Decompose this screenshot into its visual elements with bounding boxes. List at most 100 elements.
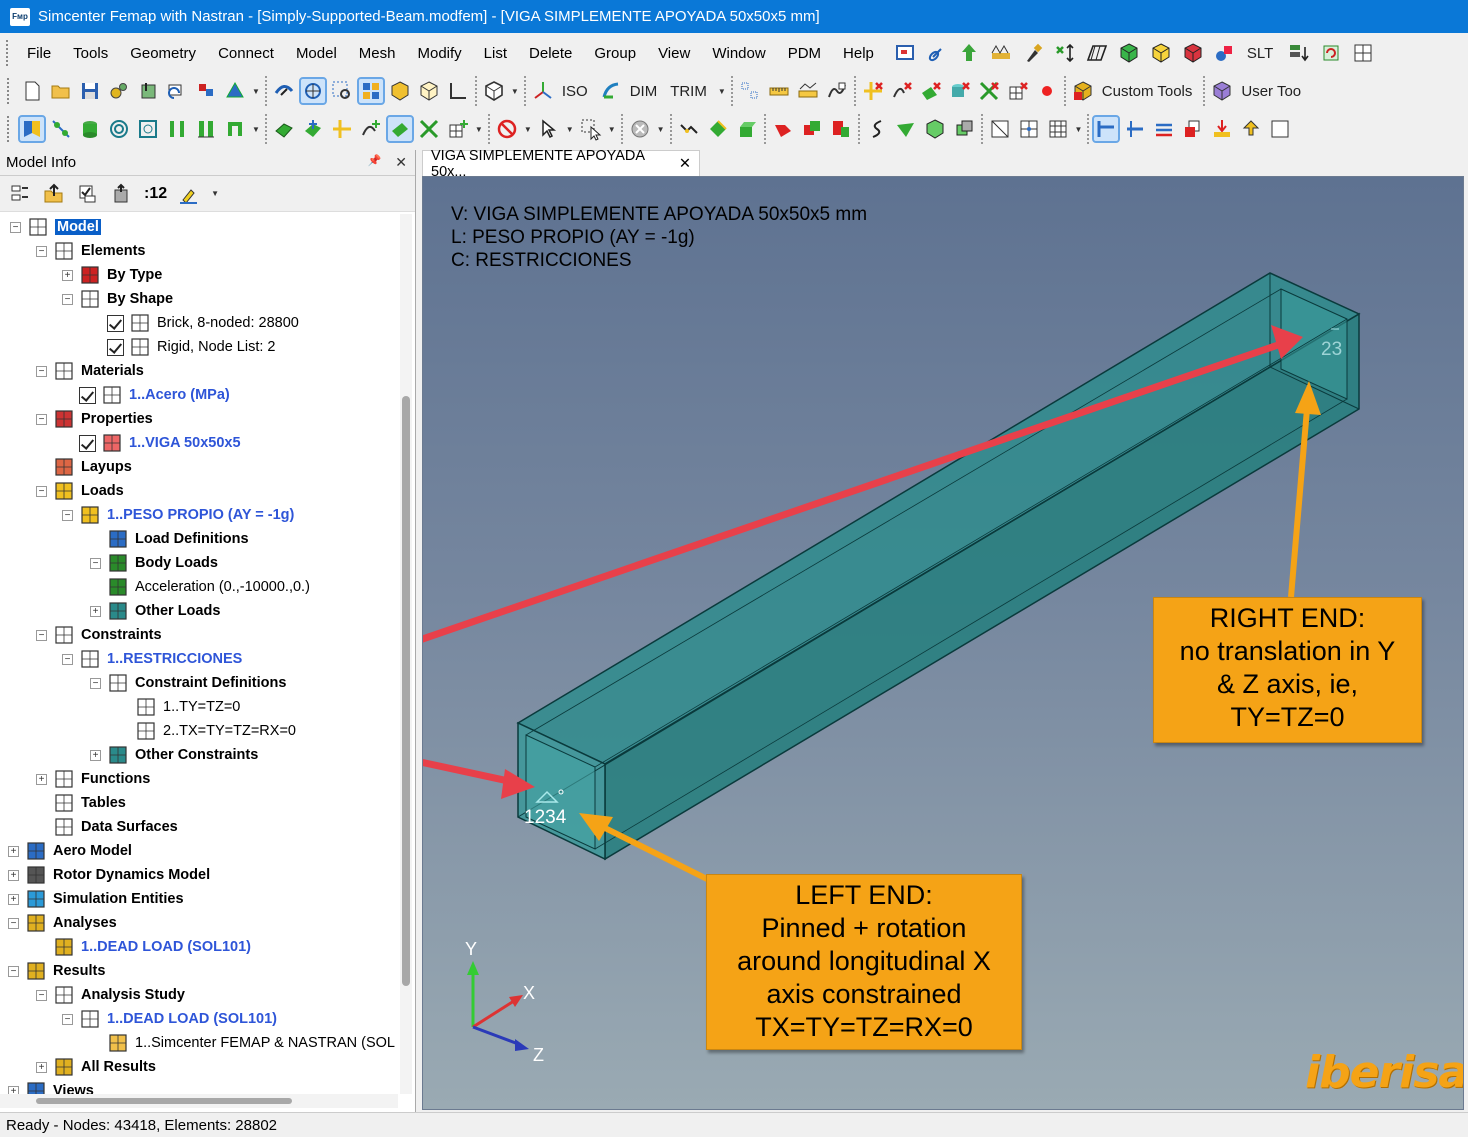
beam-model-icon[interactable]: [223, 79, 247, 103]
menu-connect[interactable]: Connect: [207, 45, 285, 62]
delete-point-icon[interactable]: [861, 79, 885, 103]
collapse-icon[interactable]: −: [62, 293, 73, 305]
show-entities-count-icon[interactable]: [110, 182, 134, 206]
window-icon[interactable]: [893, 41, 917, 65]
brush-icon[interactable]: [1021, 41, 1045, 65]
user-tools-icon[interactable]: [1210, 79, 1234, 103]
graphics-viewport[interactable]: V: VIGA SIMPLEMENTE APOYADA 50x50x5 mm L…: [422, 176, 1464, 1110]
tree-horizontal-scrollbar[interactable]: [0, 1094, 398, 1108]
solid-red-1-icon[interactable]: [771, 117, 795, 141]
tree-item[interactable]: − Elements: [36, 239, 145, 263]
snap-icon[interactable]: [628, 117, 652, 141]
tree-item[interactable]: Layups: [36, 455, 132, 479]
tree-item[interactable]: 1..DEAD LOAD (SOL101): [36, 935, 251, 959]
circle-target-icon[interactable]: [107, 117, 131, 141]
grid-fine-icon[interactable]: [1046, 117, 1070, 141]
close-icon[interactable]: ✕: [395, 154, 407, 171]
menubar-grip[interactable]: [6, 40, 10, 66]
tree-item[interactable]: − Constraints: [36, 623, 162, 647]
collapse-icon[interactable]: −: [36, 413, 47, 425]
point-plus-icon[interactable]: [330, 117, 354, 141]
highlight-dropdown[interactable]: ▼: [211, 189, 219, 198]
dim-icon[interactable]: [599, 79, 623, 103]
box-select-icon[interactable]: [579, 117, 603, 141]
shapes-icon[interactable]: [1213, 41, 1237, 65]
expand-icon[interactable]: +: [8, 893, 19, 905]
gears-icon[interactable]: [107, 79, 131, 103]
tree-item[interactable]: + Functions: [36, 767, 150, 791]
expand-icon[interactable]: +: [8, 845, 19, 857]
tree-item[interactable]: − 1..PESO PROPIO (AY = -1g): [62, 503, 294, 527]
surface-move-icon[interactable]: [301, 117, 325, 141]
select-dropdown-1[interactable]: ▼: [524, 125, 532, 134]
chart-ruler-icon[interactable]: [796, 79, 820, 103]
tree-item[interactable]: − Results: [8, 959, 105, 983]
visibility-checkbox[interactable]: [107, 338, 124, 356]
grid-split-icon[interactable]: [1017, 117, 1041, 141]
spacing-icon[interactable]: [1053, 41, 1077, 65]
render-dropdown[interactable]: ▼: [511, 87, 519, 96]
grid-element-icon[interactable]: [988, 117, 1012, 141]
parallel-bars-icon[interactable]: [165, 117, 189, 141]
surface-dropdown[interactable]: ▼: [475, 125, 483, 134]
load-panel-icon[interactable]: [1268, 117, 1292, 141]
wire-cube-icon[interactable]: [417, 79, 441, 103]
tree-item[interactable]: + By Type: [62, 263, 162, 287]
columns-icon[interactable]: [194, 117, 218, 141]
tree-item[interactable]: 1..Acero (MPa): [62, 383, 230, 407]
orientation-dropdown[interactable]: ▼: [718, 87, 726, 96]
delete-node-icon[interactable]: [977, 79, 1001, 103]
tree-item[interactable]: + Aero Model: [8, 839, 132, 863]
zoom-window-icon[interactable]: [330, 79, 354, 103]
surface-green-icon[interactable]: [272, 117, 296, 141]
delete-element-icon[interactable]: [1006, 79, 1030, 103]
expand-icon[interactable]: +: [62, 269, 73, 281]
tree-item[interactable]: − By Shape: [62, 287, 173, 311]
tree-item[interactable]: − Loads: [36, 479, 124, 503]
frame-icon[interactable]: [223, 117, 247, 141]
tab-viga[interactable]: VIGA SIMPLEMENTE APOYADA 50x... ✕: [422, 148, 700, 180]
expand-icon[interactable]: +: [8, 1085, 19, 1094]
tree-item[interactable]: + Simulation Entities: [8, 887, 184, 911]
custom-tools-icon[interactable]: [1071, 79, 1095, 103]
swap-icon[interactable]: [165, 79, 189, 103]
collapse-icon[interactable]: −: [62, 509, 73, 521]
tree-item[interactable]: 1..Simcenter FEMAP & NASTRAN (SOL: [90, 1031, 395, 1055]
tree-item[interactable]: + All Results: [36, 1055, 156, 1079]
tree-item[interactable]: Brick, 8-noded: 28800: [90, 311, 299, 335]
grid-icon[interactable]: [1351, 41, 1375, 65]
collapse-icon[interactable]: −: [10, 221, 21, 233]
tree-item[interactable]: − Model: [10, 215, 101, 239]
tree-item[interactable]: Acceleration (0.,-10000.,0.): [90, 575, 310, 599]
mesh-node-icon[interactable]: [136, 117, 160, 141]
expand-icon[interactable]: +: [90, 749, 101, 761]
solids-icon[interactable]: [78, 117, 102, 141]
cube-red-icon[interactable]: [1181, 41, 1205, 65]
tree-item[interactable]: − Body Loads: [90, 551, 218, 575]
tree-item[interactable]: − 1..RESTRICCIONES: [62, 647, 242, 671]
beam-offset-icon[interactable]: [1123, 117, 1147, 141]
show-entities-icon[interactable]: [18, 115, 46, 143]
collapse-icon[interactable]: −: [62, 1013, 73, 1025]
record-icon[interactable]: [1035, 79, 1059, 103]
green-surface-icon[interactable]: [894, 117, 918, 141]
copy-element-icon[interactable]: [1181, 117, 1205, 141]
tree-item[interactable]: Load Definitions: [90, 527, 249, 551]
expand-icon[interactable]: +: [36, 773, 47, 785]
tree-item[interactable]: − Materials: [36, 359, 144, 383]
iso-axes-icon[interactable]: [531, 79, 555, 103]
save-icon[interactable]: [78, 79, 102, 103]
tree-item[interactable]: 1..TY=TZ=0: [118, 695, 240, 719]
tree-item[interactable]: Data Surfaces: [36, 815, 178, 839]
new-file-icon[interactable]: [20, 79, 44, 103]
up-arrow-icon[interactable]: [957, 41, 981, 65]
tree-item[interactable]: + Other Loads: [90, 599, 220, 623]
extrude-icon[interactable]: [735, 117, 759, 141]
menu-pdm[interactable]: PDM: [777, 45, 832, 62]
collapse-icon[interactable]: −: [36, 245, 47, 257]
dots-grid-icon[interactable]: [738, 79, 762, 103]
delete-surface-icon[interactable]: [919, 79, 943, 103]
collapse-icon[interactable]: −: [36, 989, 47, 1001]
open-folder-icon[interactable]: [49, 79, 73, 103]
cube-yellow-icon[interactable]: [1149, 41, 1173, 65]
